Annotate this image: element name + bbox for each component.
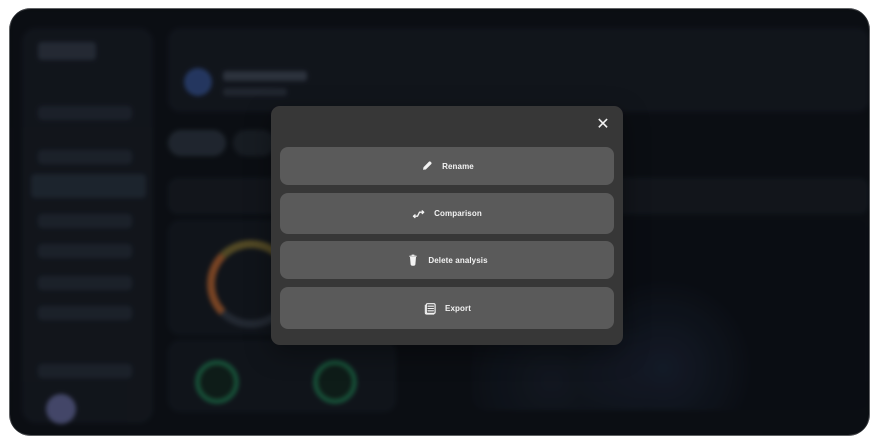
export-button[interactable]: Export xyxy=(280,287,614,329)
rename-button-label: Rename xyxy=(442,161,474,171)
export-icon xyxy=(423,301,437,315)
export-button-label: Export xyxy=(445,303,471,313)
close-icon[interactable]: ✕ xyxy=(594,116,612,134)
pencil-icon xyxy=(420,159,434,173)
comparison-icon xyxy=(412,207,426,221)
delete-analysis-button[interactable]: Delete analysis xyxy=(280,241,614,279)
delete-analysis-button-label: Delete analysis xyxy=(428,255,488,265)
rename-button[interactable]: Rename xyxy=(280,147,614,185)
trash-icon xyxy=(406,253,420,267)
comparison-button[interactable]: Comparison xyxy=(280,193,614,234)
analysis-options-modal: ✕ Rename Comparison Delete analysis Expo… xyxy=(271,106,623,345)
app-window: ✕ Rename Comparison Delete analysis Expo… xyxy=(9,8,870,436)
comparison-button-label: Comparison xyxy=(434,209,482,218)
